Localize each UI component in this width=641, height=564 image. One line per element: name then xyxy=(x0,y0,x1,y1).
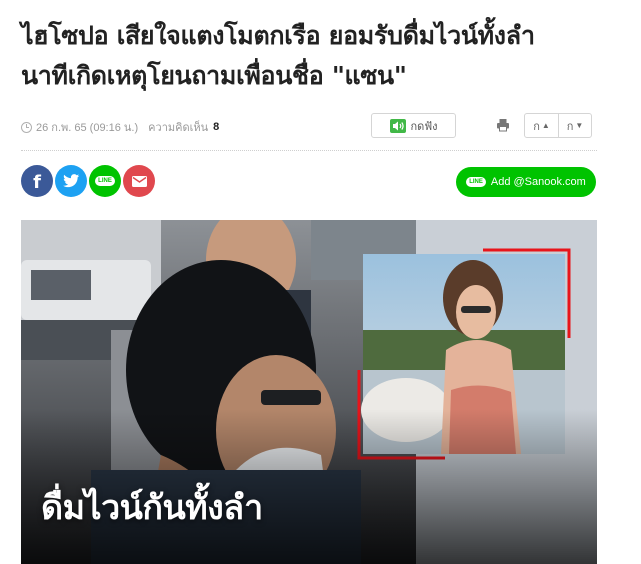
mail-icon xyxy=(131,175,147,187)
font-increase-button[interactable]: ก ▲ xyxy=(525,114,558,137)
listen-button[interactable]: กดฟัง xyxy=(371,113,456,138)
twitter-icon xyxy=(62,174,79,188)
font-decrease-label: ก xyxy=(566,120,574,133)
line-icon: LINE xyxy=(466,177,486,187)
comments-count[interactable]: 8 xyxy=(213,121,219,133)
facebook-icon: f xyxy=(33,172,41,193)
share-line-button[interactable]: LINE xyxy=(89,165,121,197)
hero-image[interactable]: ดื่มไวน์กันทั้งลำ xyxy=(21,220,597,564)
article-title: ไฮโซปอ เสียใจแตงโมตกเรือ ยอมรับดื่มไวน์ท… xyxy=(21,16,621,96)
line-icon: LINE xyxy=(95,176,115,186)
add-line-friend-button[interactable]: LINE Add @Sanook.com xyxy=(456,167,596,197)
font-decrease-button[interactable]: ก ▼ xyxy=(558,114,591,137)
arrow-down-icon: ▼ xyxy=(575,121,584,130)
article-meta: 26 ก.พ. 65 (09:16 น.) ความคิดเห็น 8 กดฟั… xyxy=(21,112,597,140)
hero-caption: ดื่มไวน์กันทั้งลำ xyxy=(41,488,263,528)
arrow-up-icon: ▲ xyxy=(541,121,550,130)
divider xyxy=(21,150,597,151)
publish-timestamp: 26 ก.พ. 65 (09:16 น.) xyxy=(36,122,139,134)
share-facebook-button[interactable]: f xyxy=(21,165,53,197)
speaker-icon xyxy=(389,118,406,133)
font-increase-label: ก xyxy=(533,120,540,133)
article-title-line-1: ไฮโซปอ เสียใจแตงโมตกเรือ ยอมรับดื่มไวน์ท… xyxy=(21,21,535,50)
font-size-controls: ก ▲ ก ▼ xyxy=(524,113,592,138)
share-mail-button[interactable] xyxy=(123,165,155,197)
meta-info: 26 ก.พ. 65 (09:16 น.) ความคิดเห็น 8 xyxy=(21,118,219,136)
listen-label: กดฟัง xyxy=(410,120,438,133)
clock-icon xyxy=(21,121,32,133)
comments-label[interactable]: ความคิดเห็น xyxy=(148,118,208,136)
print-icon[interactable] xyxy=(496,118,510,132)
add-line-label: Add @Sanook.com xyxy=(490,176,586,188)
share-buttons: f LINE xyxy=(21,165,155,199)
article-title-line-2: นาทีเกิดเหตุโยนถามเพื่อนชื่อ "แซน" xyxy=(21,61,407,90)
share-twitter-button[interactable] xyxy=(55,165,87,197)
